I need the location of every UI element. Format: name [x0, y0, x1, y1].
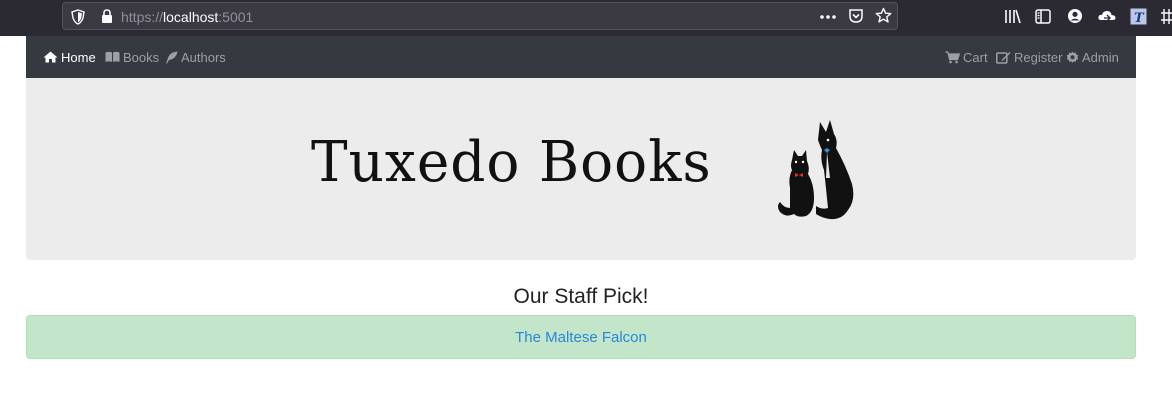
pocket-icon[interactable] — [848, 8, 864, 24]
nav-home-label: Home — [61, 49, 96, 65]
edit-icon — [996, 51, 1011, 64]
browser-toolbar: https://localhost:5001 T — [0, 0, 1172, 36]
url-port: :5001 — [218, 9, 254, 25]
account-icon[interactable] — [1067, 8, 1083, 24]
main-navbar: Home Books Authors Cart Register Admin — [26, 36, 1136, 78]
nav-home[interactable]: Home — [43, 36, 96, 78]
nav-admin-label: Admin — [1082, 49, 1119, 65]
home-icon — [43, 51, 58, 63]
nav-register-label: Register — [1014, 49, 1063, 65]
sidebar-icon[interactable] — [1035, 9, 1051, 24]
book-icon — [105, 51, 120, 62]
url-scheme: https:// — [121, 9, 164, 25]
url-text[interactable]: https://localhost:5001 — [121, 9, 253, 25]
feather-icon — [166, 51, 178, 63]
overflow-icon[interactable] — [1161, 8, 1172, 25]
cart-icon — [945, 50, 960, 63]
gear-icon — [1066, 51, 1079, 63]
nav-cart[interactable]: Cart — [945, 36, 988, 78]
nav-books-label: Books — [123, 49, 160, 65]
url-host: localhost — [163, 9, 219, 25]
lock-icon[interactable] — [101, 9, 113, 24]
logo-text: Tuxedo Books — [311, 130, 712, 195]
jumbotron: Tuxedo Books — [26, 78, 1136, 260]
more-icon[interactable] — [819, 14, 837, 20]
nav-admin[interactable]: Admin — [1066, 36, 1119, 78]
shield-icon[interactable] — [71, 9, 85, 25]
nav-books[interactable]: Books — [105, 36, 159, 78]
nav-authors[interactable]: Authors — [165, 36, 226, 78]
nav-authors-label: Authors — [181, 49, 226, 65]
library-icon[interactable] — [1004, 9, 1022, 24]
extension-icon[interactable]: T — [1130, 8, 1147, 25]
svg-text:T: T — [1134, 11, 1145, 25]
bookmark-star-icon[interactable] — [875, 7, 892, 24]
staff-pick-heading: Our Staff Pick! — [513, 285, 649, 308]
nav-register[interactable]: Register — [996, 36, 1062, 78]
staff-pick-alert: The Maltese Falcon — [26, 315, 1136, 359]
staff-pick-link[interactable]: The Maltese Falcon — [515, 329, 647, 346]
tuxedo-cats-logo-icon — [778, 120, 854, 220]
sync-icon[interactable] — [1097, 8, 1117, 24]
nav-cart-label: Cart — [963, 49, 988, 65]
url-bar[interactable]: https://localhost:5001 — [62, 2, 898, 30]
